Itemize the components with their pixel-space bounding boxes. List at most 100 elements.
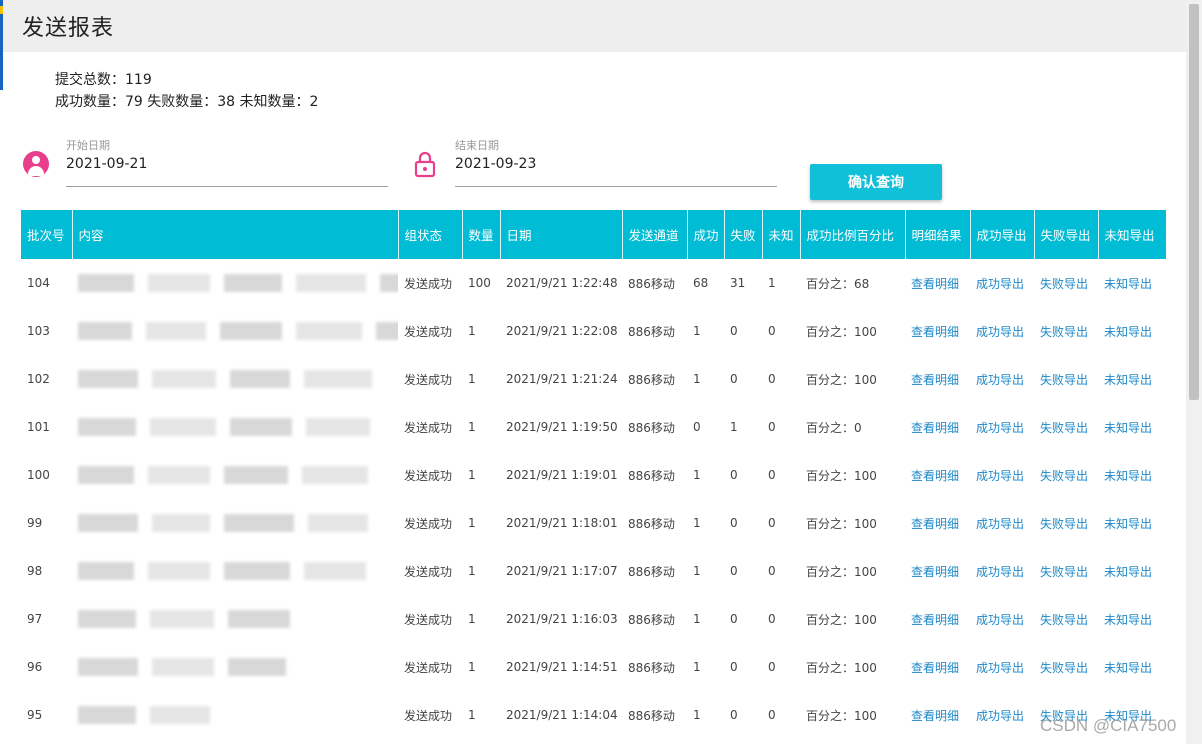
export-success-link[interactable]: 成功导出	[970, 691, 1034, 739]
redacted-content	[150, 418, 216, 436]
view-detail-link[interactable]: 查看明细	[905, 643, 970, 691]
send-date: 2021/9/21 1:22:48	[506, 276, 618, 290]
export-unknown-link[interactable]: 未知导出	[1098, 451, 1166, 499]
export-success-link[interactable]: 成功导出	[970, 307, 1034, 355]
table-header-row: 批次号 内容 组状态 数量 日期 发送通道 成功 失败 未知 成功比例百分比 明细结果 成功导出 失败导…	[21, 210, 1166, 259]
unknown-count: 0	[768, 372, 776, 386]
export-unknown-link[interactable]: 未知导出	[1098, 355, 1166, 403]
export-unknown-link[interactable]: 未知导出	[1098, 259, 1166, 307]
redacted-content	[148, 466, 210, 484]
export-success-link[interactable]: 成功导出	[970, 547, 1034, 595]
group-status: 发送成功	[404, 708, 453, 723]
export-fail-link[interactable]: 失败导出	[1034, 643, 1098, 691]
scrollbar-thumb[interactable]	[1189, 4, 1199, 400]
quantity: 1	[468, 468, 476, 482]
batch-number: 98	[27, 564, 43, 578]
start-date-input[interactable]: 2021-09-21	[66, 156, 388, 172]
success-count: 1	[693, 516, 701, 530]
column-header: 日期	[500, 210, 623, 259]
view-detail-link[interactable]: 查看明细	[905, 403, 970, 451]
redacted-content	[376, 322, 398, 340]
batch-number: 95	[27, 708, 43, 722]
success-count: 1	[693, 708, 701, 722]
quantity: 1	[468, 660, 476, 674]
send-date: 2021/9/21 1:19:50	[506, 420, 618, 434]
send-date: 2021/9/21 1:16:03	[506, 612, 618, 626]
export-success-link[interactable]: 成功导出	[970, 355, 1034, 403]
table-row: 95 发送成功 1 2021/9/21 1:14:04 886移动 1 0 0 百分之：100 查…	[21, 691, 1166, 739]
fail-count: 0	[730, 660, 738, 674]
fail-count: 1	[730, 420, 738, 434]
view-detail-link[interactable]: 查看明细	[905, 547, 970, 595]
export-fail-link[interactable]: 失败导出	[1034, 403, 1098, 451]
batch-number: 102	[27, 372, 50, 386]
redacted-content	[78, 514, 138, 532]
export-success-link[interactable]: 成功导出	[970, 451, 1034, 499]
export-success-link[interactable]: 成功导出	[970, 259, 1034, 307]
batch-number: 97	[27, 612, 43, 626]
export-fail-link[interactable]: 失败导出	[1034, 547, 1098, 595]
view-detail-link[interactable]: 查看明细	[905, 451, 970, 499]
export-success-link[interactable]: 成功导出	[970, 499, 1034, 547]
end-date-underline	[455, 186, 777, 187]
redacted-content	[78, 418, 136, 436]
column-header: 成功导出	[970, 210, 1035, 259]
column-header: 数量	[462, 210, 501, 259]
view-detail-link[interactable]: 查看明细	[905, 307, 970, 355]
export-unknown-link[interactable]: 未知导出	[1098, 595, 1166, 643]
redacted-content	[304, 562, 366, 580]
table-row: 101 发送成功 1 2021/9/21 1:19:50 886移动 0 1 0 百分之：0 查看…	[21, 403, 1166, 451]
view-detail-link[interactable]: 查看明细	[905, 259, 970, 307]
export-success-link[interactable]: 成功导出	[970, 595, 1034, 643]
send-channel: 886移动	[628, 276, 675, 291]
confirm-query-button[interactable]: 确认查询	[810, 164, 942, 200]
send-date: 2021/9/21 1:22:08	[506, 324, 618, 338]
export-fail-link[interactable]: 失败导出	[1034, 355, 1098, 403]
end-date-input[interactable]: 2021-09-23	[455, 156, 777, 172]
redacted-content	[78, 370, 138, 388]
start-date-field[interactable]: 开始日期 2021-09-21	[66, 137, 388, 195]
content-cell	[72, 403, 398, 451]
table-row: 96 发送成功 1 2021/9/21 1:14:51 886移动 1 0 0 百分之：100 查…	[21, 643, 1166, 691]
content-cell	[72, 547, 398, 595]
export-success-link[interactable]: 成功导出	[970, 403, 1034, 451]
batch-number: 100	[27, 468, 50, 482]
export-fail-link[interactable]: 失败导出	[1034, 499, 1098, 547]
redacted-content	[224, 562, 290, 580]
column-header: 未知	[762, 210, 801, 259]
export-fail-link[interactable]: 失败导出	[1034, 307, 1098, 355]
view-detail-link[interactable]: 查看明细	[905, 595, 970, 643]
redacted-content	[306, 418, 370, 436]
success-count: 0	[693, 420, 701, 434]
group-status: 发送成功	[404, 372, 453, 387]
unknown-count: 0	[768, 420, 776, 434]
column-header: 成功比例百分比	[800, 210, 906, 259]
column-header: 明细结果	[905, 210, 971, 259]
send-channel: 886移动	[628, 564, 675, 579]
view-detail-link[interactable]: 查看明细	[905, 355, 970, 403]
column-header: 批次号	[21, 210, 73, 259]
view-detail-link[interactable]: 查看明细	[905, 499, 970, 547]
export-fail-link[interactable]: 失败导出	[1034, 595, 1098, 643]
export-unknown-link[interactable]: 未知导出	[1098, 499, 1166, 547]
export-fail-link[interactable]: 失败导出	[1034, 259, 1098, 307]
result-counts: 成功数量：79 失败数量：38 未知数量：2	[55, 94, 319, 110]
send-channel: 886移动	[628, 612, 675, 627]
send-date: 2021/9/21 1:17:07	[506, 564, 618, 578]
export-fail-link[interactable]: 失败导出	[1034, 451, 1098, 499]
end-date-label: 结束日期	[455, 139, 499, 152]
view-detail-link[interactable]: 查看明细	[905, 691, 970, 739]
send-date: 2021/9/21 1:21:24	[506, 372, 618, 386]
export-unknown-link[interactable]: 未知导出	[1098, 307, 1166, 355]
batch-number: 96	[27, 660, 43, 674]
vertical-scrollbar[interactable]	[1186, 0, 1202, 744]
content-cell	[72, 643, 398, 691]
batch-number: 99	[27, 516, 43, 530]
export-unknown-link[interactable]: 未知导出	[1098, 643, 1166, 691]
export-success-link[interactable]: 成功导出	[970, 643, 1034, 691]
send-date: 2021/9/21 1:14:04	[506, 708, 618, 722]
end-date-field[interactable]: 结束日期 2021-09-23	[455, 137, 777, 195]
export-unknown-link[interactable]: 未知导出	[1098, 403, 1166, 451]
success-ratio: 百分之：100	[806, 660, 877, 675]
export-unknown-link[interactable]: 未知导出	[1098, 547, 1166, 595]
